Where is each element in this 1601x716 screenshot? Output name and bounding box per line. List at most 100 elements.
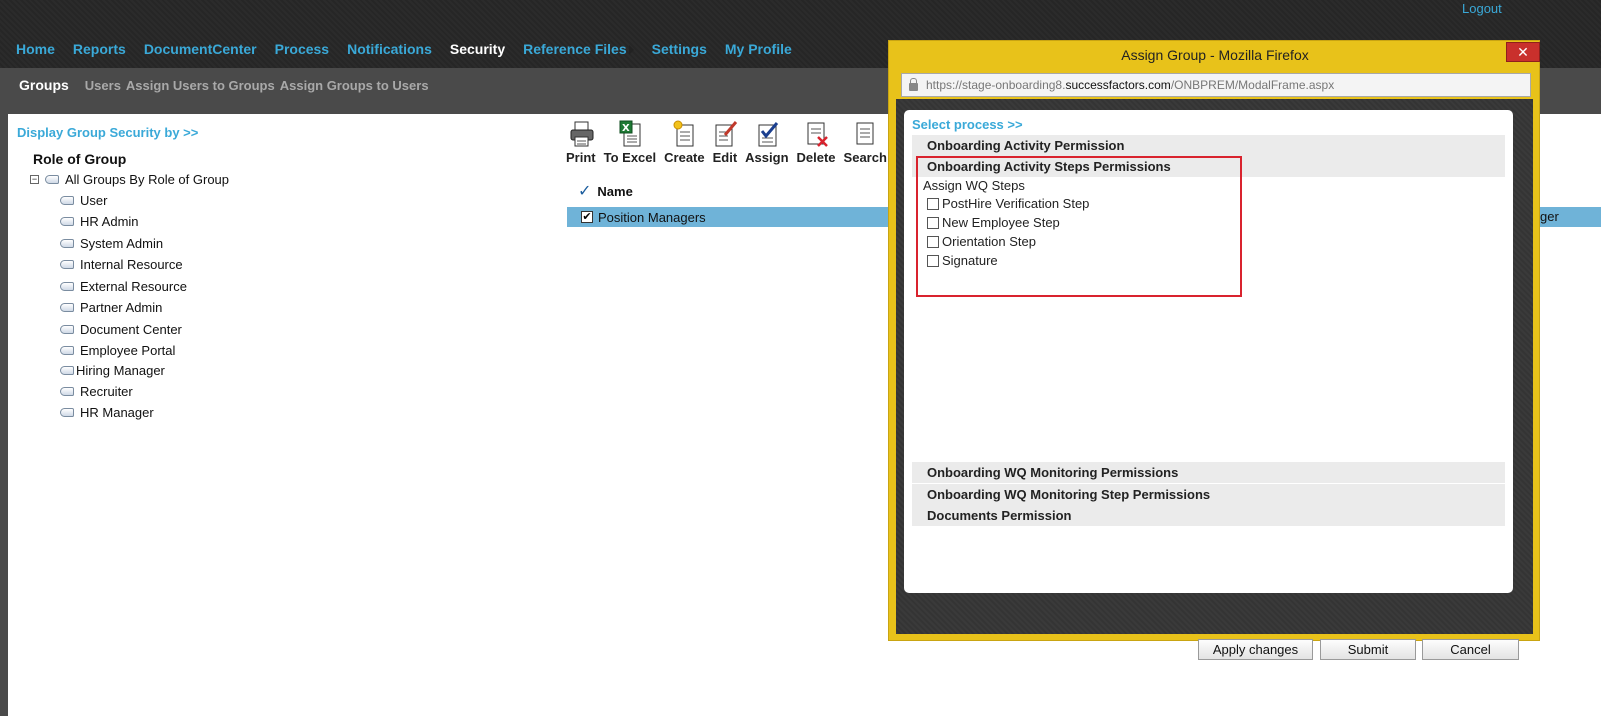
step-checkbox[interactable]	[927, 235, 939, 248]
edit-button[interactable]: Edit	[712, 120, 738, 165]
submit-button[interactable]: Submit	[1320, 639, 1416, 660]
print-label: Print	[566, 150, 596, 165]
svg-text:X: X	[622, 123, 630, 134]
subnav-assign-groups-to-users[interactable]: Assign Groups to Users	[280, 78, 429, 93]
url-prefix: https://stage-onboarding8.	[926, 78, 1066, 92]
step-checkbox[interactable]	[927, 216, 939, 229]
tree-item-recruiter[interactable]: Recruiter	[60, 384, 133, 399]
tree-root[interactable]: − All Groups By Role of Group	[30, 172, 229, 187]
group-icon	[60, 303, 74, 312]
to-excel-label: To Excel	[603, 150, 657, 165]
collapse-icon[interactable]: −	[30, 175, 39, 184]
url-host: successfactors.com	[1065, 78, 1171, 92]
step-new-employee[interactable]: New Employee Step	[927, 215, 1060, 230]
tree-item-label: Employee Portal	[80, 343, 176, 358]
tree-item-external-resource[interactable]: External Resource	[60, 279, 187, 294]
tree-item-label: Internal Resource	[80, 257, 183, 272]
tree-item-label: Document Center	[80, 322, 182, 337]
assign-wq-steps-label: Assign WQ Steps	[923, 178, 1025, 193]
group-icon	[60, 260, 74, 269]
apply-changes-button[interactable]: Apply changes	[1198, 639, 1313, 660]
group-icon	[60, 346, 74, 355]
close-window-button[interactable]: ✕	[1506, 42, 1540, 62]
print-button[interactable]: Print	[566, 120, 596, 165]
edit-pencil-icon	[713, 120, 738, 148]
nav-notifications[interactable]: Notifications	[347, 41, 432, 57]
tree-item-system-admin[interactable]: System Admin	[60, 236, 163, 251]
step-signature[interactable]: Signature	[927, 253, 998, 268]
cancel-button[interactable]: Cancel	[1422, 639, 1519, 660]
subnav-users[interactable]: Users	[85, 78, 121, 93]
tree-item-label: HR Manager	[80, 405, 154, 420]
step-checkbox[interactable]	[927, 254, 939, 267]
nav-settings[interactable]: Settings	[652, 41, 707, 57]
create-button[interactable]: Create	[664, 120, 705, 165]
tree-item-user[interactable]: User	[60, 193, 107, 208]
group-icon	[60, 217, 74, 226]
logout-link[interactable]: Logout	[1462, 1, 1502, 16]
submenu-arrow-icon	[628, 45, 634, 56]
modal-content-panel: Select process >> Onboarding Activity Pe…	[904, 110, 1513, 593]
step-checkbox[interactable]	[927, 197, 939, 210]
nav-process[interactable]: Process	[275, 41, 329, 57]
tree-item-hiring-manager[interactable]: Hiring Manager	[60, 363, 165, 378]
subnav-assign-users-to-groups[interactable]: Assign Users to Groups	[126, 78, 275, 93]
role-of-group-heading: Role of Group	[33, 151, 127, 167]
page-left-edge	[0, 114, 8, 716]
select-process-link[interactable]: Select process >>	[912, 117, 1023, 132]
nav-home[interactable]: Home	[16, 41, 55, 57]
row-checkbox[interactable]: ✔	[581, 211, 593, 223]
tree-item-internal-resource[interactable]: Internal Resource	[60, 257, 183, 272]
step-label: Orientation Step	[942, 234, 1036, 249]
assign-check-icon	[755, 120, 779, 148]
nav-documentcenter[interactable]: DocumentCenter	[144, 41, 257, 57]
sub-nav: Groups Users Assign Users to Groups Assi…	[19, 77, 434, 93]
nav-reports[interactable]: Reports	[73, 41, 126, 57]
nav-my-profile[interactable]: My Profile	[725, 41, 792, 57]
subnav-groups[interactable]: Groups	[19, 77, 69, 93]
step-posthire-verification[interactable]: PostHire Verification Step	[927, 196, 1089, 211]
search-button[interactable]: Search	[844, 120, 887, 165]
display-group-security-link[interactable]: Display Group Security by >>	[17, 125, 198, 140]
group-icon	[60, 239, 74, 248]
tree-item-label: External Resource	[80, 279, 187, 294]
tree-item-label: System Admin	[80, 236, 164, 251]
nav-security[interactable]: Security	[450, 41, 505, 57]
row-name: Position Managers	[598, 209, 706, 225]
group-icon	[60, 408, 74, 417]
url-path: /ONBPREM/ModalFrame.aspx	[1170, 78, 1335, 92]
group-icon	[60, 282, 74, 291]
create-doc-icon	[672, 120, 696, 148]
printer-icon	[569, 120, 594, 148]
to-excel-button[interactable]: X To Excel	[603, 120, 657, 165]
step-label: Signature	[942, 253, 998, 268]
tree-item-employee-portal[interactable]: Employee Portal	[60, 343, 175, 358]
tree-item-hr-admin[interactable]: HR Admin	[60, 214, 139, 229]
group-icon	[60, 366, 74, 375]
assign-group-window: Assign Group - Mozilla Firefox ✕ https:/…	[888, 40, 1540, 660]
section-documents-permission[interactable]: Documents Permission	[912, 505, 1505, 526]
url-bar[interactable]: https://stage-onboarding8. successfactors…	[901, 73, 1531, 97]
tree-item-partner-admin[interactable]: Partner Admin	[60, 300, 162, 315]
delete-button[interactable]: Delete	[797, 120, 836, 165]
column-name-header[interactable]: Name	[597, 184, 632, 199]
section-activity-permission[interactable]: Onboarding Activity Permission	[912, 135, 1505, 156]
section-wq-monitoring-permissions[interactable]: Onboarding WQ Monitoring Permissions	[912, 462, 1505, 483]
tree-item-hr-manager[interactable]: HR Manager	[60, 405, 154, 420]
checkmark-icon: ✓	[578, 183, 592, 200]
section-wq-monitoring-step-permissions[interactable]: Onboarding WQ Monitoring Step Permission…	[912, 484, 1505, 505]
group-folder-icon	[45, 175, 59, 184]
search-label: Search	[843, 150, 887, 165]
assign-button[interactable]: Assign	[745, 120, 789, 165]
tree-item-document-center[interactable]: Document Center	[60, 322, 182, 337]
delete-x-icon	[804, 120, 828, 148]
row-cell-truncated: ger	[1540, 209, 1559, 224]
group-icon	[60, 325, 74, 334]
excel-icon: X	[618, 120, 642, 148]
tree-root-label: All Groups By Role of Group	[65, 172, 230, 187]
edit-label: Edit	[712, 150, 738, 165]
step-orientation[interactable]: Orientation Step	[927, 234, 1036, 249]
group-icon	[60, 387, 74, 396]
grid-header: ✓ Name	[578, 181, 633, 201]
nav-reference-files[interactable]: Reference Files	[523, 41, 634, 57]
